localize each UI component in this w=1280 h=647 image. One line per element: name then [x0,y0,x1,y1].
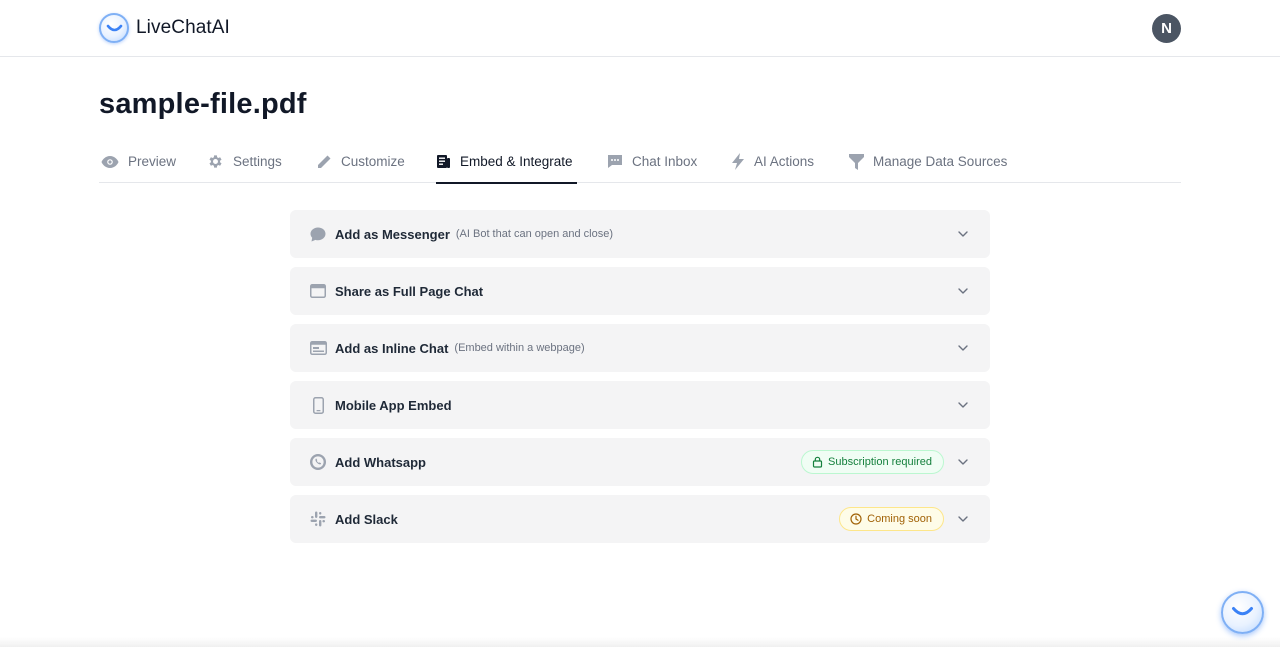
speech-bubble-icon [309,225,327,243]
badge-text: Coming soon [867,513,932,525]
integration-panel-messenger[interactable]: Add as Messenger (AI Bot that can open a… [290,210,990,258]
tab-manage-data-sources[interactable]: Manage Data Sources [849,140,1007,183]
bottom-edge-shadow [0,637,1280,647]
subscription-required-badge: Subscription required [801,450,944,474]
chevron-down-icon[interactable] [956,398,970,412]
chevron-down-icon[interactable] [956,284,970,298]
panel-subtitle: (Embed within a webpage) [454,342,585,354]
badge-text: Subscription required [828,456,932,468]
top-navigation-bar: LiveChatAI N [0,0,1280,57]
tab-label: Embed & Integrate [460,154,573,169]
integration-panel-slack[interactable]: Add Slack Coming soon [290,495,990,543]
tab-embed-integrate[interactable]: Embed & Integrate [436,140,577,184]
integration-panel-inline-chat[interactable]: Add as Inline Chat (Embed within a webpa… [290,324,990,372]
chat-bubble-icon [607,154,623,169]
clock-icon [850,513,862,525]
livechatai-smile-icon [1232,607,1253,616]
panel-title: Add as Inline Chat [335,340,449,356]
panel-subtitle: (AI Bot that can open and close) [455,228,614,240]
tab-label: Customize [341,154,405,169]
tab-label: AI Actions [754,154,815,169]
document-icon [436,154,451,169]
panel-title: Add Slack [335,511,398,527]
eye-icon [101,155,119,168]
tab-label: Preview [128,154,177,169]
brand-name: LiveChatAI [136,17,230,38]
integration-panel-full-page-chat[interactable]: Share as Full Page Chat [290,267,990,315]
chevron-down-icon[interactable] [956,341,970,355]
lock-icon [812,456,823,468]
livechatai-logo-icon [99,13,129,43]
page-title: sample-file.pdf [99,88,307,120]
panel-title: Mobile App Embed [335,397,452,413]
brand-logo[interactable]: LiveChatAI [99,13,230,43]
panel-title: Share as Full Page Chat [335,283,484,299]
chevron-down-icon[interactable] [956,455,970,469]
tab-label: Settings [233,154,282,169]
chevron-down-icon[interactable] [956,227,970,241]
funnel-icon [849,153,864,170]
browser-window-icon [309,282,327,300]
panel-title: Add as Messenger [335,226,450,242]
coming-soon-badge: Coming soon [839,507,944,531]
slack-icon [309,510,327,528]
tab-chat-inbox[interactable]: Chat Inbox [607,140,697,183]
pencil-icon [316,154,332,170]
lightning-icon [731,153,745,170]
tab-customize[interactable]: Customize [316,140,405,183]
tab-label: Chat Inbox [632,154,698,169]
user-avatar[interactable]: N [1152,14,1181,43]
integration-panel-whatsapp[interactable]: Add Whatsapp Subscription required [290,438,990,486]
mobile-phone-icon [309,396,327,414]
inline-window-icon [309,339,327,357]
tab-settings[interactable]: Settings [207,140,282,183]
chevron-down-icon[interactable] [956,512,970,526]
integration-panel-mobile-app[interactable]: Mobile App Embed [290,381,990,429]
tab-ai-actions[interactable]: AI Actions [731,140,814,183]
panel-title: Add Whatsapp [335,454,426,470]
tab-bar: Preview Settings Customize Embed & Integ… [99,140,1181,184]
chat-launcher-button[interactable] [1221,591,1264,634]
gear-icon [207,153,224,170]
tab-preview[interactable]: Preview [101,140,176,183]
whatsapp-icon [309,453,327,471]
tab-label: Manage Data Sources [873,154,1008,169]
